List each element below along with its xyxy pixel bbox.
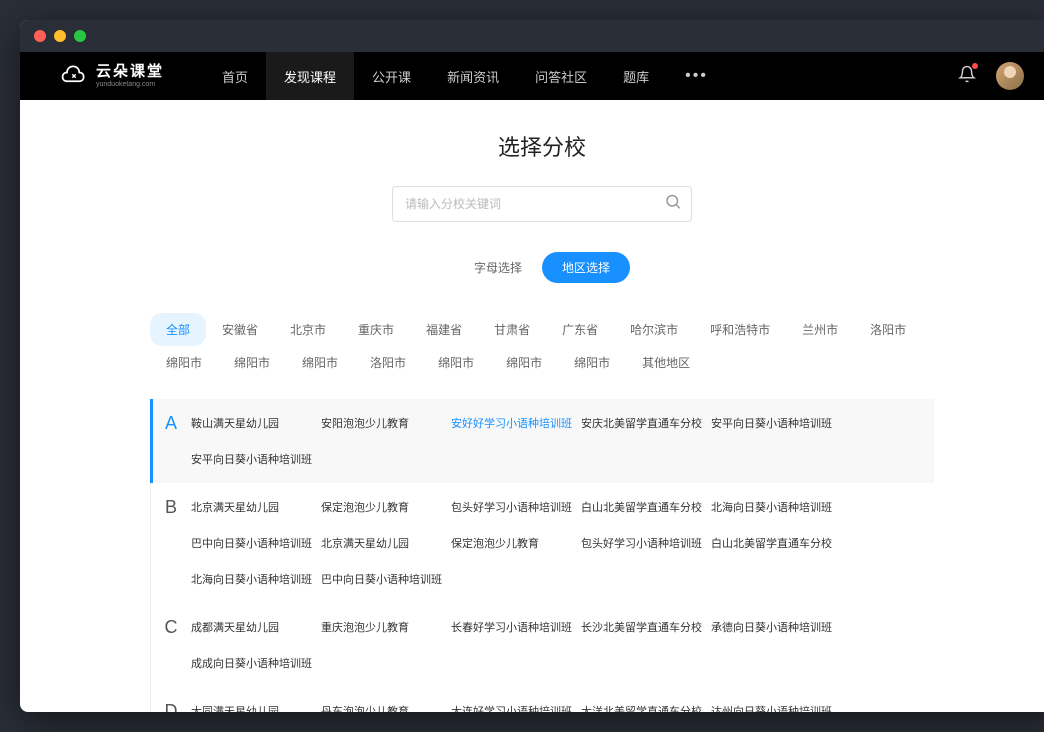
page-title: 选择分校 <box>20 130 1044 162</box>
school-item[interactable]: 巴中向日葵小语种培训班 <box>191 525 321 561</box>
region-filter-item[interactable]: 福建省 <box>410 313 478 346</box>
group-schools: 成都满天星幼儿园重庆泡泡少儿教育长春好学习小语种培训班长沙北美留学直通车分校承德… <box>191 603 934 687</box>
school-item[interactable]: 白山北美留学直通车分校 <box>581 489 711 525</box>
school-item[interactable]: 丹东泡泡少儿教育 <box>321 693 451 712</box>
school-item[interactable]: 安阳泡泡少儿教育 <box>321 405 451 441</box>
region-filter-item[interactable]: 广东省 <box>546 313 614 346</box>
nav-item[interactable]: 问答社区 <box>517 52 605 100</box>
region-filter-item[interactable]: 绵阳市 <box>490 346 558 379</box>
filter-tabs: 字母选择地区选择 <box>20 252 1044 283</box>
group-letter: B <box>151 483 191 603</box>
region-filter-item[interactable]: 绵阳市 <box>286 346 354 379</box>
logo-icon <box>60 62 88 90</box>
school-item[interactable]: 包头好学习小语种培训班 <box>581 525 711 561</box>
region-filter-item[interactable]: 呼和浩特市 <box>694 313 786 346</box>
region-filter-item[interactable]: 绵阳市 <box>558 346 626 379</box>
titlebar <box>20 20 1044 52</box>
nav-item[interactable]: 首页 <box>204 52 266 100</box>
group-schools: 北京满天星幼儿园保定泡泡少儿教育包头好学习小语种培训班白山北美留学直通车分校北海… <box>191 483 934 603</box>
school-item[interactable]: 北京满天星幼儿园 <box>321 525 451 561</box>
school-group: B北京满天星幼儿园保定泡泡少儿教育包头好学习小语种培训班白山北美留学直通车分校北… <box>150 483 934 603</box>
school-item[interactable]: 巴中向日葵小语种培训班 <box>321 561 451 597</box>
top-navigation: 云朵课堂 yunduoketang.com 首页发现课程公开课新闻资讯问答社区题… <box>20 52 1044 100</box>
region-filter-item[interactable]: 绵阳市 <box>218 346 286 379</box>
school-item[interactable]: 安平向日葵小语种培训班 <box>191 441 321 477</box>
filter-tab[interactable]: 地区选择 <box>542 252 630 283</box>
school-item[interactable]: 北京满天星幼儿园 <box>191 489 321 525</box>
school-item[interactable]: 长沙北美留学直通车分校 <box>581 609 711 645</box>
filter-tab[interactable]: 字母选择 <box>454 252 542 283</box>
logo[interactable]: 云朵课堂 yunduoketang.com <box>60 62 164 90</box>
school-item[interactable]: 保定泡泡少儿教育 <box>451 525 581 561</box>
region-filter-item[interactable]: 安徽省 <box>206 313 274 346</box>
close-window-button[interactable] <box>34 30 46 42</box>
school-item[interactable]: 包头好学习小语种培训班 <box>451 489 581 525</box>
school-group: D大同满天星幼儿园丹东泡泡少儿教育大连好学习小语种培训班大洋北美留学直通车分校达… <box>150 687 934 712</box>
search-input[interactable] <box>392 186 692 222</box>
minimize-window-button[interactable] <box>54 30 66 42</box>
nav-items: 首页发现课程公开课新闻资讯问答社区题库 <box>204 52 667 100</box>
nav-item[interactable]: 公开课 <box>354 52 429 100</box>
region-filter-item[interactable]: 兰州市 <box>786 313 854 346</box>
region-filter-item[interactable]: 其他地区 <box>626 346 706 379</box>
notification-bell[interactable] <box>958 65 976 88</box>
school-item[interactable]: 大洋北美留学直通车分校 <box>581 693 711 712</box>
group-letter: C <box>151 603 191 687</box>
nav-more-button[interactable]: ••• <box>667 67 726 85</box>
school-item[interactable]: 安平向日葵小语种培训班 <box>711 405 841 441</box>
app-window: 云朵课堂 yunduoketang.com 首页发现课程公开课新闻资讯问答社区题… <box>20 20 1044 712</box>
region-filter-item[interactable]: 哈尔滨市 <box>614 313 694 346</box>
school-item[interactable]: 承德向日葵小语种培训班 <box>711 609 841 645</box>
region-filter-item[interactable]: 甘肃省 <box>478 313 546 346</box>
school-group: A鞍山满天星幼儿园安阳泡泡少儿教育安好好学习小语种培训班安庆北美留学直通车分校安… <box>150 399 934 483</box>
school-item[interactable]: 成成向日葵小语种培训班 <box>191 645 321 681</box>
school-item[interactable]: 保定泡泡少儿教育 <box>321 489 451 525</box>
school-item[interactable]: 北海向日葵小语种培训班 <box>191 561 321 597</box>
logo-title: 云朵课堂 <box>96 64 164 79</box>
group-letter: D <box>151 687 191 712</box>
school-item[interactable]: 安庆北美留学直通车分校 <box>581 405 711 441</box>
region-filter-item[interactable]: 重庆市 <box>342 313 410 346</box>
nav-item[interactable]: 题库 <box>605 52 667 100</box>
region-filter-item[interactable]: 绵阳市 <box>422 346 490 379</box>
region-filter-item[interactable]: 绵阳市 <box>150 346 218 379</box>
nav-item[interactable]: 发现课程 <box>266 52 354 100</box>
region-filter-item[interactable]: 全部 <box>150 313 206 346</box>
logo-subtitle: yunduoketang.com <box>96 81 164 88</box>
school-item[interactable]: 重庆泡泡少儿教育 <box>321 609 451 645</box>
school-item[interactable]: 北海向日葵小语种培训班 <box>711 489 841 525</box>
group-schools: 大同满天星幼儿园丹东泡泡少儿教育大连好学习小语种培训班大洋北美留学直通车分校达州… <box>191 687 934 712</box>
school-item[interactable]: 安好好学习小语种培训班 <box>451 405 581 441</box>
content-area: 选择分校 字母选择地区选择 全部安徽省北京市重庆市福建省甘肃省广东省哈尔滨市呼和… <box>20 100 1044 712</box>
user-avatar[interactable] <box>996 62 1024 90</box>
group-schools: 鞍山满天星幼儿园安阳泡泡少儿教育安好好学习小语种培训班安庆北美留学直通车分校安平… <box>191 399 934 483</box>
school-item[interactable]: 鞍山满天星幼儿园 <box>191 405 321 441</box>
group-letter: A <box>151 399 191 483</box>
school-item[interactable]: 成都满天星幼儿园 <box>191 609 321 645</box>
school-item[interactable]: 大连好学习小语种培训班 <box>451 693 581 712</box>
notification-dot <box>972 63 978 69</box>
region-filter-item[interactable]: 北京市 <box>274 313 342 346</box>
school-item[interactable]: 长春好学习小语种培训班 <box>451 609 581 645</box>
school-list: A鞍山满天星幼儿园安阳泡泡少儿教育安好好学习小语种培训班安庆北美留学直通车分校安… <box>20 399 1044 712</box>
school-item[interactable]: 达州向日葵小语种培训班 <box>711 693 841 712</box>
school-item[interactable]: 大同满天星幼儿园 <box>191 693 321 712</box>
search-box <box>392 186 692 222</box>
region-filter: 全部安徽省北京市重庆市福建省甘肃省广东省哈尔滨市呼和浩特市兰州市洛阳市绵阳市绵阳… <box>20 313 1044 379</box>
region-filter-item[interactable]: 洛阳市 <box>354 346 422 379</box>
school-group: C成都满天星幼儿园重庆泡泡少儿教育长春好学习小语种培训班长沙北美留学直通车分校承… <box>150 603 934 687</box>
school-item[interactable]: 白山北美留学直通车分校 <box>711 525 841 561</box>
search-icon[interactable] <box>664 193 682 216</box>
maximize-window-button[interactable] <box>74 30 86 42</box>
region-filter-item[interactable]: 洛阳市 <box>854 313 922 346</box>
nav-item[interactable]: 新闻资讯 <box>429 52 517 100</box>
